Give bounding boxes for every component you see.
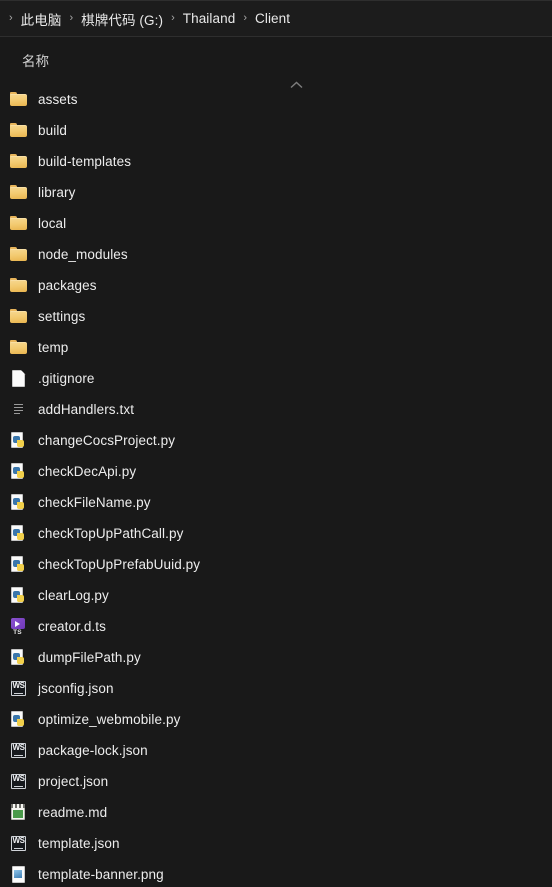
file-row[interactable]: WS template.json	[0, 828, 552, 859]
file-name: jsconfig.json	[38, 681, 114, 696]
file-name: dumpFilePath.py	[38, 650, 141, 665]
file-name: package-lock.json	[38, 743, 148, 758]
folder-row[interactable]: build-templates	[0, 146, 552, 177]
file-name: checkDecApi.py	[38, 464, 137, 479]
image-file-icon	[10, 866, 27, 883]
folder-name: library	[38, 185, 76, 200]
folder-row[interactable]: build	[0, 115, 552, 146]
breadcrumb-bar[interactable]: › 此电脑 › 棋牌代码 (G:) › Thailand › Client	[0, 0, 552, 37]
file-name: creator.d.ts	[38, 619, 106, 634]
file-row[interactable]: checkTopUpPathCall.py	[0, 518, 552, 549]
file-row[interactable]: checkFileName.py	[0, 487, 552, 518]
text-file-icon	[10, 401, 27, 418]
webstorm-file-icon: WS	[10, 835, 27, 852]
file-name: checkFileName.py	[38, 495, 151, 510]
file-name: clearLog.py	[38, 588, 109, 603]
file-name: addHandlers.txt	[38, 402, 135, 417]
breadcrumb-item-0[interactable]: 此电脑	[20, 7, 63, 31]
folder-name: build	[38, 123, 68, 138]
python-file-icon	[10, 463, 27, 480]
folder-name: node_modules	[38, 247, 128, 262]
file-name: template.json	[38, 836, 120, 851]
python-file-icon	[10, 494, 27, 511]
file-name: readme.md	[38, 805, 108, 820]
folder-row[interactable]: local	[0, 208, 552, 239]
folder-row[interactable]: node_modules	[0, 239, 552, 270]
webstorm-label: WS	[12, 774, 25, 783]
webstorm-label: WS	[12, 743, 25, 752]
file-row[interactable]: readme.md	[0, 797, 552, 828]
file-row[interactable]: addHandlers.txt	[0, 394, 552, 425]
breadcrumb-item-2[interactable]: Thailand	[182, 9, 237, 28]
python-file-icon	[10, 432, 27, 449]
webstorm-label: WS	[12, 836, 25, 845]
folder-icon	[10, 246, 27, 263]
typescript-label: TS	[13, 629, 22, 636]
folder-row[interactable]: temp	[0, 332, 552, 363]
breadcrumb-item-1[interactable]: 棋牌代码 (G:)	[80, 7, 164, 31]
page-icon	[10, 370, 27, 387]
file-row[interactable]: changeCocsProject.py	[0, 425, 552, 456]
folder-name: build-templates	[38, 154, 132, 169]
file-row[interactable]: WS project.json	[0, 766, 552, 797]
file-row[interactable]: optimize_webmobile.py	[0, 704, 552, 735]
file-row[interactable]: checkTopUpPrefabUuid.py	[0, 549, 552, 580]
folder-icon	[10, 91, 27, 108]
file-name: project.json	[38, 774, 109, 789]
python-file-icon	[10, 649, 27, 666]
folder-row[interactable]: settings	[0, 301, 552, 332]
folder-icon	[10, 277, 27, 294]
webstorm-file-icon: WS	[10, 742, 27, 759]
webstorm-file-icon: WS	[10, 680, 27, 697]
chevron-right-icon-0[interactable]: ›	[62, 13, 80, 24]
breadcrumb-leading-separator-icon: ›	[9, 12, 13, 24]
chevron-right-icon-1[interactable]: ›	[164, 13, 182, 24]
folder-icon	[10, 184, 27, 201]
markdown-file-icon	[10, 804, 27, 821]
webstorm-file-icon: WS	[10, 773, 27, 790]
breadcrumb-item-3[interactable]: Client	[254, 9, 291, 28]
folder-icon	[10, 153, 27, 170]
folder-name: settings	[38, 309, 86, 324]
webstorm-label: WS	[12, 681, 25, 690]
folder-name: assets	[38, 92, 78, 107]
column-header-row: 名称	[0, 37, 552, 89]
file-row[interactable]: .gitignore	[0, 363, 552, 394]
file-name: changeCocsProject.py	[38, 433, 176, 448]
file-row[interactable]: WS jsconfig.json	[0, 673, 552, 704]
folder-name: packages	[38, 278, 97, 293]
file-row[interactable]: dumpFilePath.py	[0, 642, 552, 673]
folder-row[interactable]: library	[0, 177, 552, 208]
folder-icon	[10, 308, 27, 325]
folder-icon	[10, 339, 27, 356]
folder-row[interactable]: assets	[0, 84, 552, 115]
folder-icon	[10, 122, 27, 139]
file-name: checkTopUpPathCall.py	[38, 526, 184, 541]
python-file-icon	[10, 587, 27, 604]
file-row[interactable]: TS creator.d.ts	[0, 611, 552, 642]
folder-name: local	[38, 216, 67, 231]
python-file-icon	[10, 525, 27, 542]
chevron-right-icon-2[interactable]: ›	[236, 13, 254, 24]
file-name: template-banner.png	[38, 867, 164, 882]
column-header-name[interactable]: 名称	[22, 50, 49, 70]
file-row[interactable]: template-banner.png	[0, 859, 552, 887]
typescript-file-icon: TS	[10, 618, 27, 636]
folder-name: temp	[38, 340, 69, 355]
python-file-icon	[10, 711, 27, 728]
folder-row[interactable]: packages	[0, 270, 552, 301]
file-name: checkTopUpPrefabUuid.py	[38, 557, 201, 572]
file-row[interactable]: WS package-lock.json	[0, 735, 552, 766]
file-row[interactable]: clearLog.py	[0, 580, 552, 611]
file-name: optimize_webmobile.py	[38, 712, 181, 727]
file-name: .gitignore	[38, 371, 95, 386]
folder-icon	[10, 215, 27, 232]
file-list[interactable]: assets build build-templates library local no…	[0, 82, 552, 887]
python-file-icon	[10, 556, 27, 573]
file-row[interactable]: checkDecApi.py	[0, 456, 552, 487]
